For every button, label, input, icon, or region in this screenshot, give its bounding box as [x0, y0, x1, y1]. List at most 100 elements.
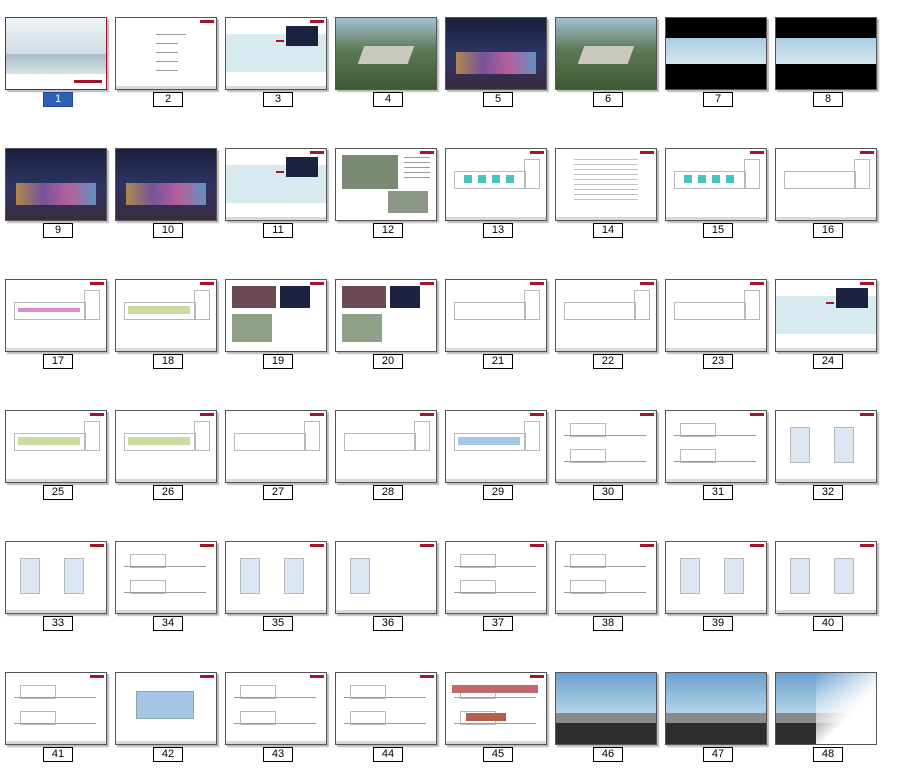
slide-cell[interactable]: 24: [775, 279, 878, 375]
slide-cell[interactable]: 34: [115, 541, 218, 637]
slide-cell[interactable]: 26: [115, 410, 218, 506]
slide-thumbnail-elevation[interactable]: [115, 541, 217, 614]
slide-thumbnail-floor-plan[interactable]: [665, 541, 767, 614]
slide-thumbnail-plan[interactable]: [775, 148, 877, 221]
slide-thumbnail-floor-plan[interactable]: [775, 410, 877, 483]
slide-thumbnail-plan-color[interactable]: [665, 148, 767, 221]
slide-thumbnail-elevation[interactable]: [225, 672, 327, 745]
slide-thumbnail-elevation[interactable]: [555, 410, 657, 483]
slide-thumbnail-table[interactable]: [555, 148, 657, 221]
slide-cell[interactable]: 12: [335, 148, 438, 244]
slide-cell[interactable]: 43: [225, 672, 328, 768]
slide-cell[interactable]: 27: [225, 410, 328, 506]
slide-cell[interactable]: 37: [445, 541, 548, 637]
slide-cell[interactable]: 20: [335, 279, 438, 375]
slide-cell[interactable]: 19: [225, 279, 328, 375]
slide-cell[interactable]: 7: [665, 17, 768, 113]
slide-thumbnail-elevation[interactable]: [5, 672, 107, 745]
slide-cell[interactable]: 3: [225, 17, 328, 113]
slide-thumbnail-panorama[interactable]: [775, 17, 877, 90]
slide-thumbnail-elevation[interactable]: [555, 541, 657, 614]
slide-cell[interactable]: 14: [555, 148, 658, 244]
slide-cell[interactable]: 45: [445, 672, 548, 768]
slide-thumbnail-plan-green[interactable]: [115, 410, 217, 483]
slide-cell[interactable]: 38: [555, 541, 658, 637]
slide-cell[interactable]: 47: [665, 672, 768, 768]
slide-thumbnail-night-render[interactable]: [115, 148, 217, 221]
slide-cell[interactable]: 32: [775, 410, 878, 506]
slide-thumbnail-elevation[interactable]: [445, 541, 547, 614]
slide-cell[interactable]: 6: [555, 17, 658, 113]
slide-cell[interactable]: 39: [665, 541, 768, 637]
slide-thumbnail-floor-blue[interactable]: [115, 672, 217, 745]
slide-thumbnail-street-render-partial[interactable]: [775, 672, 877, 745]
slide-cell[interactable]: 35: [225, 541, 328, 637]
slide-cell[interactable]: 46: [555, 672, 658, 768]
slide-thumbnail-plan[interactable]: [665, 279, 767, 352]
slide-number-label: 3: [263, 92, 293, 107]
slide-thumbnail-floor-plan[interactable]: [775, 541, 877, 614]
slide-cell[interactable]: 31: [665, 410, 768, 506]
slide-thumbnail-cover[interactable]: [5, 17, 107, 90]
slide-thumbnail-street-render[interactable]: [665, 672, 767, 745]
slide-cell[interactable]: 9: [5, 148, 108, 244]
slide-cell[interactable]: 16: [775, 148, 878, 244]
slide-cell[interactable]: 25: [5, 410, 108, 506]
slide-cell[interactable]: 8: [775, 17, 878, 113]
slide-number-label: 10: [153, 223, 183, 238]
slide-thumbnail-collage[interactable]: [225, 279, 327, 352]
slide-number-label: 15: [703, 223, 733, 238]
slide-thumbnail-aerial-day[interactable]: [555, 17, 657, 90]
slide-thumbnail-elevation[interactable]: [335, 672, 437, 745]
slide-cell[interactable]: 40: [775, 541, 878, 637]
slide-thumbnail-section[interactable]: [225, 17, 327, 90]
slide-thumbnail-site-photo[interactable]: [335, 148, 437, 221]
slide-thumbnail-panorama[interactable]: [665, 17, 767, 90]
slide-cell[interactable]: 13: [445, 148, 548, 244]
slide-cell[interactable]: 23: [665, 279, 768, 375]
slide-cell[interactable]: 22: [555, 279, 658, 375]
slide-thumbnail-plan[interactable]: [445, 279, 547, 352]
slide-cell[interactable]: 18: [115, 279, 218, 375]
slide-thumbnail-colored-elevation[interactable]: [445, 672, 547, 745]
slide-thumbnail-floor-plan[interactable]: [225, 541, 327, 614]
slide-thumbnail-plan-green[interactable]: [115, 279, 217, 352]
slide-cell[interactable]: 41: [5, 672, 108, 768]
slide-thumbnail-plan-color[interactable]: [445, 148, 547, 221]
slide-thumbnail-night-render[interactable]: [445, 17, 547, 90]
slide-cell[interactable]: 2: [115, 17, 218, 113]
slide-thumbnail-section[interactable]: [775, 279, 877, 352]
slide-thumbnail-aerial-day[interactable]: [335, 17, 437, 90]
slide-cell[interactable]: 1: [5, 17, 108, 113]
slide-cell[interactable]: 29: [445, 410, 548, 506]
slide-cell[interactable]: 48: [775, 672, 878, 768]
slide-thumbnail-plan[interactable]: [555, 279, 657, 352]
slide-cell[interactable]: 44: [335, 672, 438, 768]
slide-thumbnail-floor-plan-single[interactable]: [335, 541, 437, 614]
slide-cell[interactable]: 42: [115, 672, 218, 768]
slide-thumbnail-plan[interactable]: [225, 410, 327, 483]
slide-thumbnail-elevation[interactable]: [665, 410, 767, 483]
slide-cell[interactable]: 33: [5, 541, 108, 637]
slide-thumbnail-section[interactable]: [225, 148, 327, 221]
slide-cell[interactable]: 36: [335, 541, 438, 637]
slide-thumbnail-toc[interactable]: [115, 17, 217, 90]
slide-cell[interactable]: 11: [225, 148, 328, 244]
slide-thumbnail-plan-blank[interactable]: [335, 410, 437, 483]
slide-thumbnail-collage[interactable]: [335, 279, 437, 352]
slide-cell[interactable]: 4: [335, 17, 438, 113]
slide-thumbnail-plan-green[interactable]: [5, 410, 107, 483]
slide-cell[interactable]: 30: [555, 410, 658, 506]
slide-cell[interactable]: 15: [665, 148, 768, 244]
slide-cell[interactable]: 17: [5, 279, 108, 375]
slide-number-label: 43: [263, 747, 293, 762]
slide-cell[interactable]: 28: [335, 410, 438, 506]
slide-cell[interactable]: 10: [115, 148, 218, 244]
slide-thumbnail-night-render[interactable]: [5, 148, 107, 221]
slide-cell[interactable]: 5: [445, 17, 548, 113]
slide-thumbnail-plan-pink[interactable]: [5, 279, 107, 352]
slide-thumbnail-floor-plan[interactable]: [5, 541, 107, 614]
slide-cell[interactable]: 21: [445, 279, 548, 375]
slide-thumbnail-street-render[interactable]: [555, 672, 657, 745]
slide-thumbnail-plan-blue[interactable]: [445, 410, 547, 483]
